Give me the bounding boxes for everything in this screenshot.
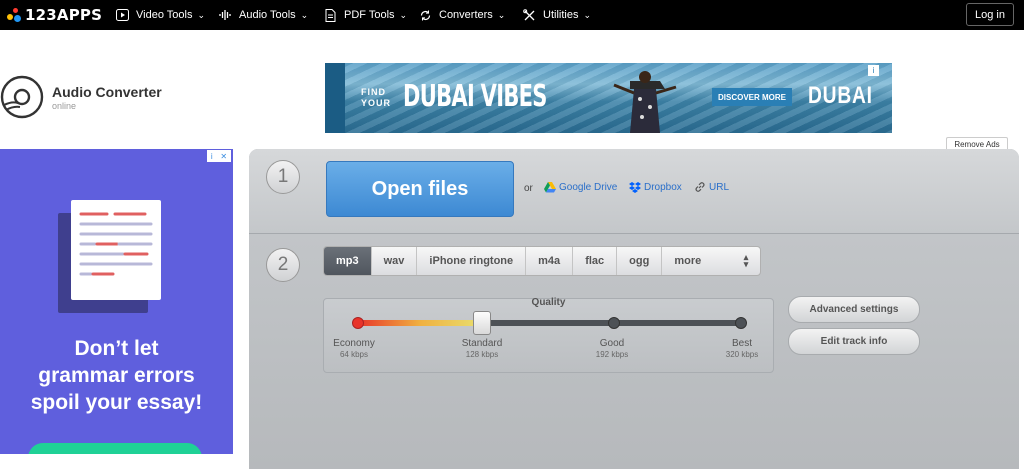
format-iphone-ringtone[interactable]: iPhone ringtone — [417, 247, 527, 275]
step-open-files: 1 Open files or Google Drive Dropbox URL — [249, 149, 1019, 234]
quality-label-economy: Economy 64 kbps — [333, 338, 375, 359]
ad-info-icon[interactable]: i — [868, 65, 879, 76]
google-drive-label: Google Drive — [559, 181, 618, 193]
quality-slider[interactable] — [352, 311, 747, 335]
url-link[interactable]: URL — [694, 181, 729, 193]
banner-discover-more-button[interactable]: DISCOVER MORE — [712, 88, 792, 106]
quality-title: Quality — [531, 297, 566, 308]
quality-label-good: Good 192 kbps — [595, 338, 629, 359]
banner-dubai-logo: DUBAI — [808, 82, 873, 109]
app-subtitle: online — [52, 100, 77, 111]
step-choose-format: 2 mp3 wav iPhone ringtone m4a flac ogg m… — [249, 234, 1019, 469]
quality-stop-economy[interactable] — [352, 317, 364, 329]
nav-video-tools-label: Video Tools — [136, 9, 193, 21]
top-nav: 123APPS Video Tools ⌄ Audio Tools ⌄ PDF … — [0, 0, 1024, 30]
audio-disc-icon — [0, 75, 44, 119]
link-icon — [694, 181, 706, 193]
up-down-arrows-icon: ▴ ▾ — [743, 252, 749, 269]
play-square-icon — [115, 8, 129, 22]
nav-audio-tools[interactable]: Audio Tools ⌄ — [218, 0, 308, 30]
logo-123apps[interactable]: 123APPS — [7, 5, 102, 25]
top-banner-ad[interactable]: FIND YOUR DUBAI VIBES DISCOVER MORE DUBAI… — [325, 63, 892, 133]
format-wav[interactable]: wav — [372, 247, 418, 275]
edit-track-info-button[interactable]: Edit track info — [788, 328, 920, 355]
chevron-down-icon: ⌄ — [399, 9, 408, 20]
format-flac[interactable]: flac — [573, 247, 618, 275]
quality-label-best: Best 320 kbps — [725, 338, 759, 359]
format-more-dropdown[interactable]: more ▴ ▾ — [662, 247, 760, 275]
step-number-1: 1 — [266, 160, 300, 194]
dropbox-link[interactable]: Dropbox — [629, 181, 682, 193]
nav-utilities[interactable]: Utilities ⌄ — [522, 0, 591, 30]
quality-stop-good[interactable] — [608, 317, 620, 329]
google-drive-link[interactable]: Google Drive — [544, 181, 617, 193]
google-drive-icon — [544, 181, 556, 193]
quality-stop-best[interactable] — [735, 317, 747, 329]
tools-icon — [522, 8, 536, 22]
nav-converters[interactable]: Converters ⌄ — [418, 0, 505, 30]
quality-panel: Quality Economy 64 kbps Standard 128 kbps … — [323, 297, 774, 373]
left-side-ad[interactable]: i ✕ Don’t let grammar errors spoil your e… — [0, 149, 233, 454]
format-mp3[interactable]: mp3 — [324, 247, 372, 275]
ad-document-illustration — [71, 200, 161, 300]
logo-text: 123APPS — [25, 6, 103, 24]
app-title: Audio Converter — [52, 83, 162, 100]
chevron-down-icon: ⌄ — [497, 9, 506, 20]
nav-video-tools[interactable]: Video Tools ⌄ — [115, 0, 205, 30]
format-m4a[interactable]: m4a — [526, 247, 574, 275]
nav-pdf-tools-label: PDF Tools — [344, 9, 395, 21]
logo-dots-icon — [7, 8, 21, 22]
nav-pdf-tools[interactable]: PDF Tools ⌄ — [323, 0, 407, 30]
ad-cta-button[interactable] — [28, 443, 202, 454]
quality-label-standard: Standard 128 kbps — [461, 338, 503, 359]
waveform-icon — [218, 8, 232, 22]
banner-headline: DUBAI VIBES — [403, 79, 547, 114]
format-ogg[interactable]: ogg — [617, 247, 663, 275]
advanced-settings-button[interactable]: Advanced settings — [788, 296, 920, 323]
nav-converters-label: Converters — [439, 9, 493, 21]
converter-panel: 1 Open files or Google Drive Dropbox URL… — [249, 149, 1019, 469]
nav-utilities-label: Utilities — [543, 9, 579, 21]
app-brand[interactable]: Audio Converter online — [0, 75, 162, 119]
url-label: URL — [709, 181, 730, 193]
dropbox-icon — [629, 181, 641, 193]
quality-slider-handle[interactable] — [473, 311, 491, 335]
ad-choices-icon[interactable]: i ✕ — [207, 150, 231, 162]
quality-slider-fill — [357, 320, 483, 326]
refresh-icon — [418, 8, 432, 22]
banner-sideband — [325, 63, 345, 133]
chevron-down-icon: ⌄ — [197, 9, 206, 20]
nav-audio-tools-label: Audio Tools — [239, 9, 296, 21]
banner-person-image — [613, 71, 677, 133]
document-icon — [323, 8, 337, 22]
dropbox-label: Dropbox — [644, 181, 682, 193]
banner-find-your: FIND YOUR — [361, 87, 392, 108]
open-files-button[interactable]: Open files — [326, 161, 514, 217]
or-label: or — [524, 183, 533, 194]
ad-headline: Don’t let grammar errors spoil your essa… — [30, 337, 203, 414]
chevron-down-icon: ⌄ — [583, 9, 591, 20]
format-more-label: more — [674, 255, 702, 267]
chevron-down-icon: ⌄ — [300, 9, 309, 20]
login-button[interactable]: Log in — [966, 3, 1014, 26]
format-tabs: mp3 wav iPhone ringtone m4a flac ogg mor… — [323, 246, 762, 276]
step-number-2: 2 — [266, 248, 300, 282]
